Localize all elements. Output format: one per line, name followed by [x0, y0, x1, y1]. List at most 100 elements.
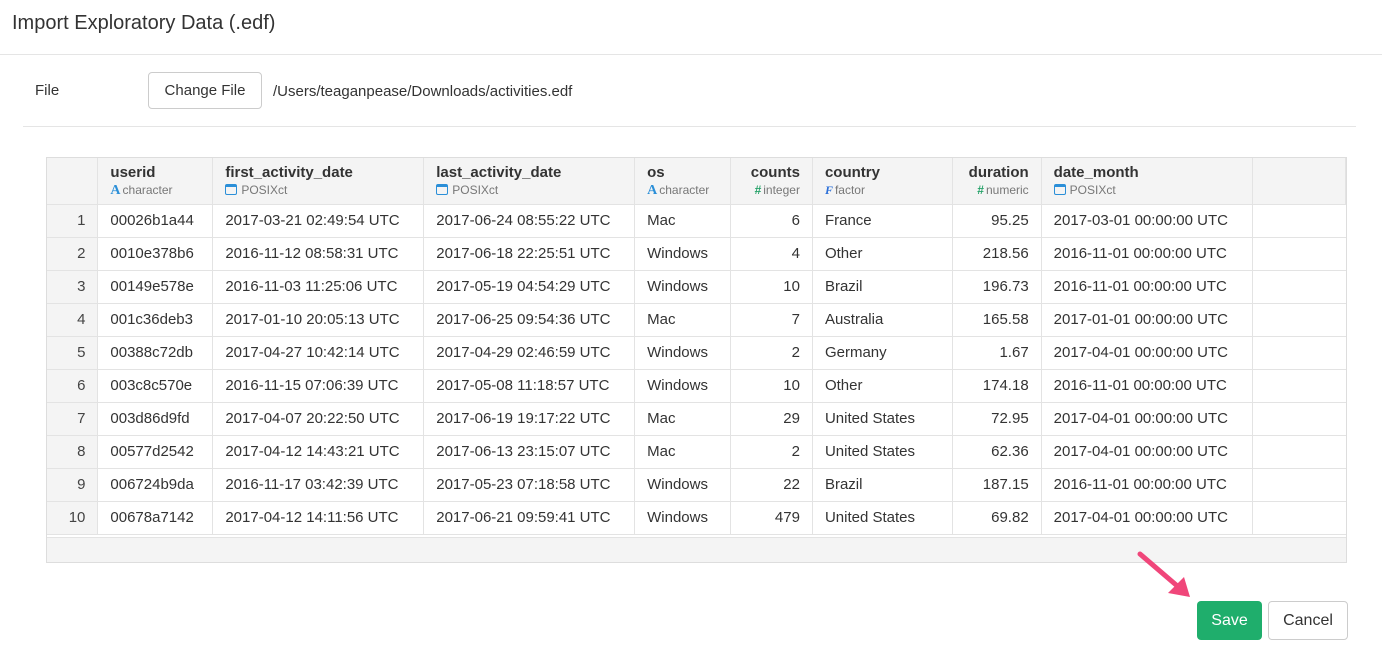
table-row: 2 0010e378b6 2016-11-12 08:58:31 UTC 2017-0…	[47, 237, 1346, 271]
table-row: 4 001c36deb3 2017-01-10 20:05:13 UTC 2017-0…	[47, 303, 1346, 337]
table-row: 5 00388c72db 2017-04-27 10:42:14 UTC 2017-0…	[47, 336, 1346, 370]
row-filler	[1252, 237, 1346, 271]
table-cell: 2017-06-25 09:54:36 UTC	[423, 303, 636, 337]
table-cell: 218.56	[952, 237, 1042, 271]
table-cell: Other	[812, 237, 953, 271]
column-name: duration	[968, 164, 1029, 181]
change-file-button[interactable]: Change File	[148, 72, 262, 109]
column-header-first-activity-date[interactable]: first_activity_date POSIXct	[212, 158, 425, 205]
table-row: 1 00026b1a44 2017-03-21 02:49:54 UTC 2017-0…	[47, 204, 1346, 238]
table-row: 10 00678a7142 2017-04-12 14:11:56 UTC 2017-…	[47, 501, 1346, 535]
column-name: counts	[750, 164, 800, 181]
column-name: last_activity_date	[436, 164, 562, 181]
table-cell: 62.36	[952, 435, 1042, 469]
table-body: 1 00026b1a44 2017-03-21 02:49:54 UTC 2017-0…	[47, 204, 1346, 535]
column-name: country	[824, 164, 880, 181]
data-table: userid Acharacter first_activity_date POSIX…	[47, 158, 1346, 535]
row-filler	[1252, 336, 1346, 370]
table-cell: 2017-04-27 10:42:14 UTC	[212, 336, 425, 370]
table-cell: 2016-11-03 11:25:06 UTC	[212, 270, 425, 304]
table-cell: 72.95	[952, 402, 1042, 436]
table-cell: Windows	[634, 501, 732, 535]
table-cell: 10	[730, 270, 813, 304]
column-header-last-activity-date[interactable]: last_activity_date POSIXct	[423, 158, 636, 205]
column-type-label: POSIXct	[452, 183, 499, 197]
table-cell: 00026b1a44	[97, 204, 214, 238]
table-cell: United States	[812, 402, 953, 436]
header-row: userid Acharacter first_activity_date POSIX…	[47, 158, 1346, 205]
column-type: POSIXct	[1053, 183, 1240, 197]
table-cell: 2017-03-21 02:49:54 UTC	[212, 204, 425, 238]
column-name: userid	[110, 164, 156, 181]
table-cell: 2017-06-21 09:59:41 UTC	[423, 501, 636, 535]
data-preview-grid[interactable]: userid Acharacter first_activity_date POSIX…	[46, 157, 1347, 563]
table-cell: 2016-11-15 07:06:39 UTC	[212, 369, 425, 403]
table-cell: Mac	[634, 435, 732, 469]
column-header-counts[interactable]: counts # integer	[730, 158, 813, 205]
row-filler	[1252, 369, 1346, 403]
column-header-userid[interactable]: userid Acharacter	[97, 158, 214, 205]
table-cell: 00678a7142	[97, 501, 214, 535]
table-row: 7 003d86d9fd 2017-04-07 20:22:50 UTC 2017-0…	[47, 402, 1346, 436]
table-cell: 4	[730, 237, 813, 271]
row-number: 4	[47, 303, 99, 337]
table-cell: Brazil	[812, 270, 953, 304]
table-cell: 196.73	[952, 270, 1042, 304]
table-cell: 003d86d9fd	[97, 402, 214, 436]
row-number: 8	[47, 435, 99, 469]
table-cell: 2	[730, 336, 813, 370]
column-header-country[interactable]: country Ffactor	[812, 158, 953, 205]
table-cell: 2017-04-01 00:00:00 UTC	[1041, 336, 1253, 370]
column-header-os[interactable]: os Acharacter	[634, 158, 732, 205]
table-cell: Australia	[812, 303, 953, 337]
cancel-button[interactable]: Cancel	[1268, 601, 1348, 640]
column-type-label: numeric	[985, 183, 1029, 197]
table-cell: 2016-11-01 00:00:00 UTC	[1041, 270, 1253, 304]
table-cell: 2017-06-19 19:17:22 UTC	[423, 402, 636, 436]
dialog-title: Import Exploratory Data (.edf)	[12, 12, 276, 34]
save-button[interactable]: Save	[1197, 601, 1262, 640]
table-cell: Windows	[634, 237, 732, 271]
table-cell: 2017-05-19 04:54:29 UTC	[423, 270, 636, 304]
table-cell: United States	[812, 501, 953, 535]
row-filler	[1252, 270, 1346, 304]
file-path: /Users/teaganpease/Downloads/activities.…	[273, 83, 573, 100]
table-cell: 2017-04-12 14:43:21 UTC	[212, 435, 425, 469]
table-cell: Mac	[634, 204, 732, 238]
table-cell: Other	[812, 369, 953, 403]
file-row: File Change File /Users/teaganpease/Down…	[0, 55, 1382, 127]
table-cell: 2017-03-01 00:00:00 UTC	[1041, 204, 1253, 238]
table-cell: 00388c72db	[97, 336, 214, 370]
column-header-date-month[interactable]: date_month POSIXct	[1041, 158, 1253, 205]
table-cell: 2017-04-01 00:00:00 UTC	[1041, 402, 1253, 436]
table-cell: 2016-11-12 08:58:31 UTC	[212, 237, 425, 271]
column-header-duration[interactable]: duration # numeric	[952, 158, 1042, 205]
row-number-header	[47, 158, 99, 205]
table-cell: 0010e378b6	[97, 237, 214, 271]
header-filler	[1252, 158, 1346, 205]
table-cell: Windows	[634, 468, 732, 502]
row-number: 6	[47, 369, 99, 403]
pointer-arrow-icon	[1137, 551, 1190, 597]
row-filler	[1252, 402, 1346, 436]
table-cell: 29	[730, 402, 813, 436]
column-type: POSIXct	[436, 183, 622, 197]
character-icon: A	[110, 183, 121, 198]
column-type-label: character	[659, 183, 710, 197]
table-cell: 2016-11-01 00:00:00 UTC	[1041, 237, 1253, 271]
column-type-label: factor	[834, 183, 865, 197]
column-name: first_activity_date	[225, 164, 353, 181]
table-cell: 00577d2542	[97, 435, 214, 469]
table-cell: Mac	[634, 303, 732, 337]
table-cell: 2017-04-07 20:22:50 UTC	[212, 402, 425, 436]
table-cell: 6	[730, 204, 813, 238]
column-type: Ffactor	[825, 183, 940, 198]
table-cell: 2017-06-18 22:25:51 UTC	[423, 237, 636, 271]
dialog-header: Import Exploratory Data (.edf)	[0, 0, 1382, 55]
table-cell: Windows	[634, 270, 732, 304]
table-cell: 69.82	[952, 501, 1042, 535]
table-cell: 2016-11-01 00:00:00 UTC	[1041, 468, 1253, 502]
column-type: Acharacter	[110, 183, 200, 199]
column-type: # integer	[743, 183, 800, 197]
table-cell: 165.58	[952, 303, 1042, 337]
